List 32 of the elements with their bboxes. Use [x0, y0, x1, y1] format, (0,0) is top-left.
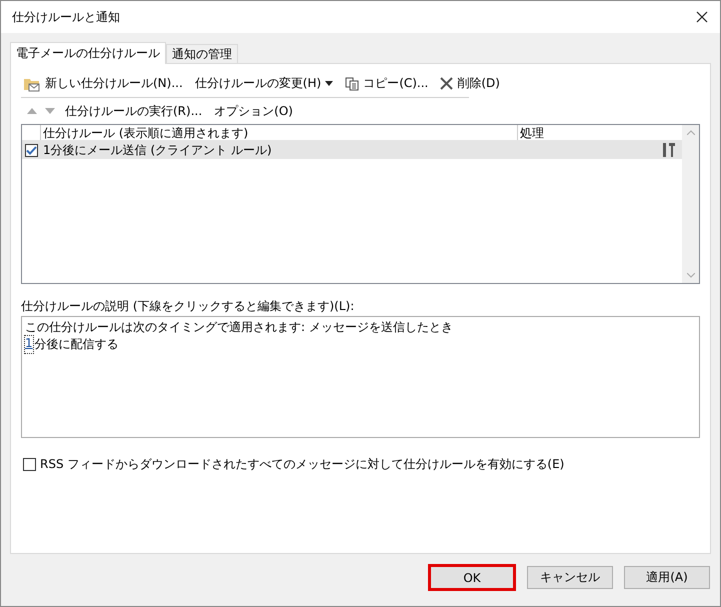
minutes-link[interactable]: 1	[25, 336, 33, 353]
close-icon[interactable]	[696, 11, 708, 23]
rule-name: 1分後にメール送信 (クライアント ルール)	[43, 142, 273, 158]
options-button[interactable]: オプション(O)	[212, 102, 295, 120]
dialog-button[interactable]: OK	[428, 564, 516, 591]
toolbar-button[interactable]: 仕分けルールの変更(H)	[192, 75, 336, 92]
delete-icon	[440, 77, 454, 90]
dialog-button[interactable]: 適用(A)	[624, 566, 710, 589]
dropdown-caret-icon	[325, 81, 334, 86]
move-down-icon[interactable]	[45, 108, 55, 114]
tab[interactable]: 通知の管理	[166, 44, 238, 63]
scroll-up-icon[interactable]	[686, 130, 694, 135]
copy-icon	[345, 76, 360, 90]
toolbar-button[interactable]: 削除(D)	[438, 75, 502, 92]
dialog-button[interactable]: キャンセル	[527, 566, 613, 589]
window-title: 仕分けルールと通知	[12, 8, 120, 26]
run-rules-button[interactable]: 仕分けルールの実行(R)...	[63, 102, 204, 120]
scrollbar[interactable]	[682, 125, 699, 283]
column-header[interactable]: 仕分けルール (表示順に適用されます)	[40, 125, 517, 140]
tab[interactable]: 電子メールの仕分けルール	[10, 42, 166, 64]
toolbar-button[interactable]: コピー(C)...	[343, 75, 430, 92]
description-text: この仕分けルールは次のタイミングで適用されます: メッセージを送信したとき	[25, 319, 454, 336]
checkbox-label: RSS フィードからダウンロードされたすべてのメッセージに対して仕分けルールを有効にする(E)	[40, 456, 564, 473]
move-up-icon[interactable]	[27, 108, 37, 114]
checkbox[interactable]	[23, 458, 36, 471]
description-text: 分後に配信する	[34, 336, 119, 353]
scroll-down-icon[interactable]	[686, 273, 694, 278]
checkbox[interactable]	[25, 144, 38, 156]
rule-row[interactable]: 1分後にメール送信 (クライアント ルール)	[22, 141, 682, 159]
description-label: 仕分けルールの説明 (下線をクリックすると編集できます)(L):	[21, 298, 356, 315]
toolbar-button[interactable]: 新しい仕分けルール(N)...	[21, 75, 185, 92]
tools-icon	[661, 142, 677, 158]
